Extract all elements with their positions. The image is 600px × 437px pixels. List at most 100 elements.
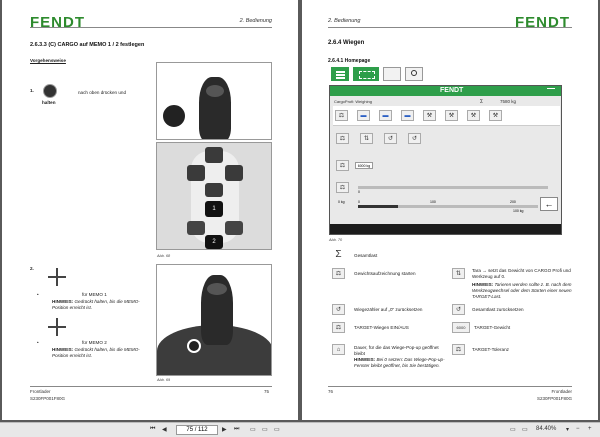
- scroll-mode-icon[interactable]: ▭: [274, 426, 280, 433]
- tool-icon-7[interactable]: ⚒: [489, 110, 502, 121]
- prev-page-icon[interactable]: ◀: [162, 426, 167, 433]
- legend-text-reset-counter: Wiegezähler auf „0“ zurücksetzen: [354, 307, 423, 312]
- zoom-out-icon[interactable]: −: [576, 426, 580, 432]
- tare-scale-200: 200: [510, 200, 516, 204]
- scale-0: 0: [358, 190, 360, 194]
- grid-view-button[interactable]: [353, 67, 379, 81]
- zoom-level[interactable]: 84.40%: [536, 426, 556, 432]
- keypad-button-top: [205, 147, 223, 163]
- viewer-toolbar: ⏮ ◀ 75 / 112 ▶ ⏭ ▭ ▭ ▭ ▭ ▭ 84.40% ▾ − +: [0, 422, 600, 437]
- weighing-icon[interactable]: ⚖: [335, 110, 348, 121]
- menu-list-button[interactable]: [331, 67, 349, 81]
- tare-slider-fill: [358, 205, 398, 208]
- footer-divider: [30, 386, 272, 387]
- legend-text-target-toggle: TARGET-Wiegen EIN/AUS: [354, 325, 409, 330]
- section-title-right: 2.6.4 Wiegen: [328, 40, 365, 46]
- memo1-text: für MEMO 1: [82, 292, 107, 297]
- first-page-icon[interactable]: ⏮: [150, 426, 155, 433]
- figure-caption-70: Abb. 70: [329, 238, 343, 242]
- page-indicator-field[interactable]: 75 / 112: [176, 425, 218, 435]
- reset-counter-legend-icon: ↺: [332, 304, 345, 315]
- button-up-icon: [43, 84, 57, 98]
- footer-title-right: Frontlader: [551, 389, 572, 394]
- reset-total-legend-icon: ↺: [452, 304, 465, 315]
- legend-text-target-weight: TARGET-Gewicht: [474, 325, 511, 330]
- footer-page-number-right: 76: [328, 389, 334, 394]
- footer-doc-id: S230FP001F80G: [30, 396, 66, 401]
- procedure-label: Vorgehensweise: [30, 58, 66, 63]
- magnifier-circle-2: [187, 339, 201, 353]
- keypad-button-2: 2: [205, 235, 223, 249]
- terminal-screen: FENDT CargoProfi: Weighing Σ 7580 kg ⚖ ▬…: [329, 85, 562, 235]
- figure-caption-68: Abb. 68: [157, 254, 171, 258]
- joystick-image-bottom: [156, 264, 272, 376]
- keypad-button-left: [187, 165, 205, 181]
- popup-duration-icon: ⌂: [332, 344, 345, 355]
- zoom-in-icon[interactable]: +: [588, 426, 592, 432]
- footer-divider-right: [328, 386, 572, 387]
- tool-blue-icon-1[interactable]: ▬: [357, 110, 370, 121]
- fit-width-icon[interactable]: ▭: [510, 426, 516, 433]
- keypad-button-cargo: [187, 221, 205, 235]
- left-page: FENDT 2. Bedienung 2.6.3.3 (C) CARGO auf…: [2, 0, 298, 420]
- target-weight-box[interactable]: 6000 kg: [355, 162, 373, 169]
- fendt-logo: FENDT: [30, 14, 85, 31]
- chapter-label: 2. Bedienung: [239, 18, 272, 24]
- next-page-icon[interactable]: ▶: [222, 426, 227, 433]
- legend-text-total: Gesamtlast: [354, 253, 378, 258]
- header-divider-right: [328, 27, 572, 28]
- keypad-button-right: [225, 165, 243, 181]
- single-page-icon[interactable]: ▭: [250, 426, 256, 433]
- tool-icon-6[interactable]: ⚒: [467, 110, 480, 121]
- legend-text-reset-total: Gesamtlast zurücksetzen: [472, 307, 524, 312]
- fendt-logo-right: FENDT: [515, 14, 570, 31]
- image-tool-button[interactable]: [383, 67, 401, 81]
- target-tolerance-icon[interactable]: ⚖: [336, 182, 349, 193]
- footer-doc-id-right: S230FP001F80G: [536, 396, 572, 401]
- back-arrow-button[interactable]: ←: [540, 197, 558, 211]
- weight-slider-track[interactable]: [358, 186, 548, 189]
- bullet-2: •: [37, 340, 39, 345]
- screen-menu-icon[interactable]: [547, 88, 555, 89]
- legend-text-tare: Tara → setzt das Gewicht von CARGO Profi…: [472, 268, 571, 279]
- chapter-label-right: 2. Bedienung: [328, 18, 361, 24]
- target-tolerance-legend-icon: ⚖: [452, 344, 465, 355]
- tare-scale-100: 100: [430, 200, 436, 204]
- target-toggle-legend-icon: ⚖: [332, 322, 345, 333]
- last-page-icon[interactable]: ⏭: [234, 426, 239, 433]
- keypad-image: 1 2: [156, 142, 272, 250]
- tare-value: 0 kg: [338, 200, 345, 204]
- tool-icon-4[interactable]: ⚒: [423, 110, 436, 121]
- legend-text-target-tolerance: TARGET-Toleranz: [472, 347, 509, 352]
- tare-icon[interactable]: ⇅: [360, 133, 373, 144]
- two-page-icon[interactable]: ▭: [262, 426, 268, 433]
- step2-number: 2.: [30, 266, 34, 271]
- tare-right-value: 100 kg: [513, 209, 524, 213]
- target-toggle-icon[interactable]: ⚖: [336, 160, 349, 171]
- reset-counter-icon[interactable]: ↺: [384, 133, 397, 144]
- zoom-dropdown-icon[interactable]: ▾: [566, 426, 569, 433]
- bullet-1: •: [37, 292, 39, 297]
- sum-icon: Σ: [335, 249, 342, 260]
- reset-total-icon[interactable]: ↺: [408, 133, 421, 144]
- footer-title: Frontlader: [30, 389, 51, 394]
- magnifier-circle: [161, 103, 187, 129]
- section-title: 2.6.3.3 (C) CARGO auf MEMO 1 / 2 festleg…: [30, 42, 145, 48]
- tool-icon-5[interactable]: ⚒: [445, 110, 458, 121]
- tare-legend-icon: ⇅: [452, 268, 465, 279]
- profile-label: CargoProfi: Weighing: [334, 99, 372, 104]
- tool-blue-icon-3[interactable]: ▬: [401, 110, 414, 121]
- step1-hold-text: halten: [42, 100, 56, 105]
- sum-value: 7580 kg: [500, 99, 517, 104]
- header-divider: [30, 27, 272, 28]
- fit-page-icon[interactable]: ▭: [522, 426, 528, 433]
- search-icon[interactable]: [405, 67, 423, 81]
- screen-top-bar: FENDT: [330, 86, 561, 96]
- legend-text-record: Gewichtsaufzeichnung starten: [354, 271, 416, 276]
- tool-blue-icon-2[interactable]: ▬: [379, 110, 392, 121]
- step1-number: 1.: [30, 88, 34, 93]
- tare-scale-0: 0: [358, 200, 360, 204]
- weighing-start-icon[interactable]: ⚖: [336, 133, 349, 144]
- hint2: HINWEIS: Gedrückt halten, bis die MEMO-P…: [52, 347, 140, 358]
- direction-cross-icon-1: [48, 268, 66, 286]
